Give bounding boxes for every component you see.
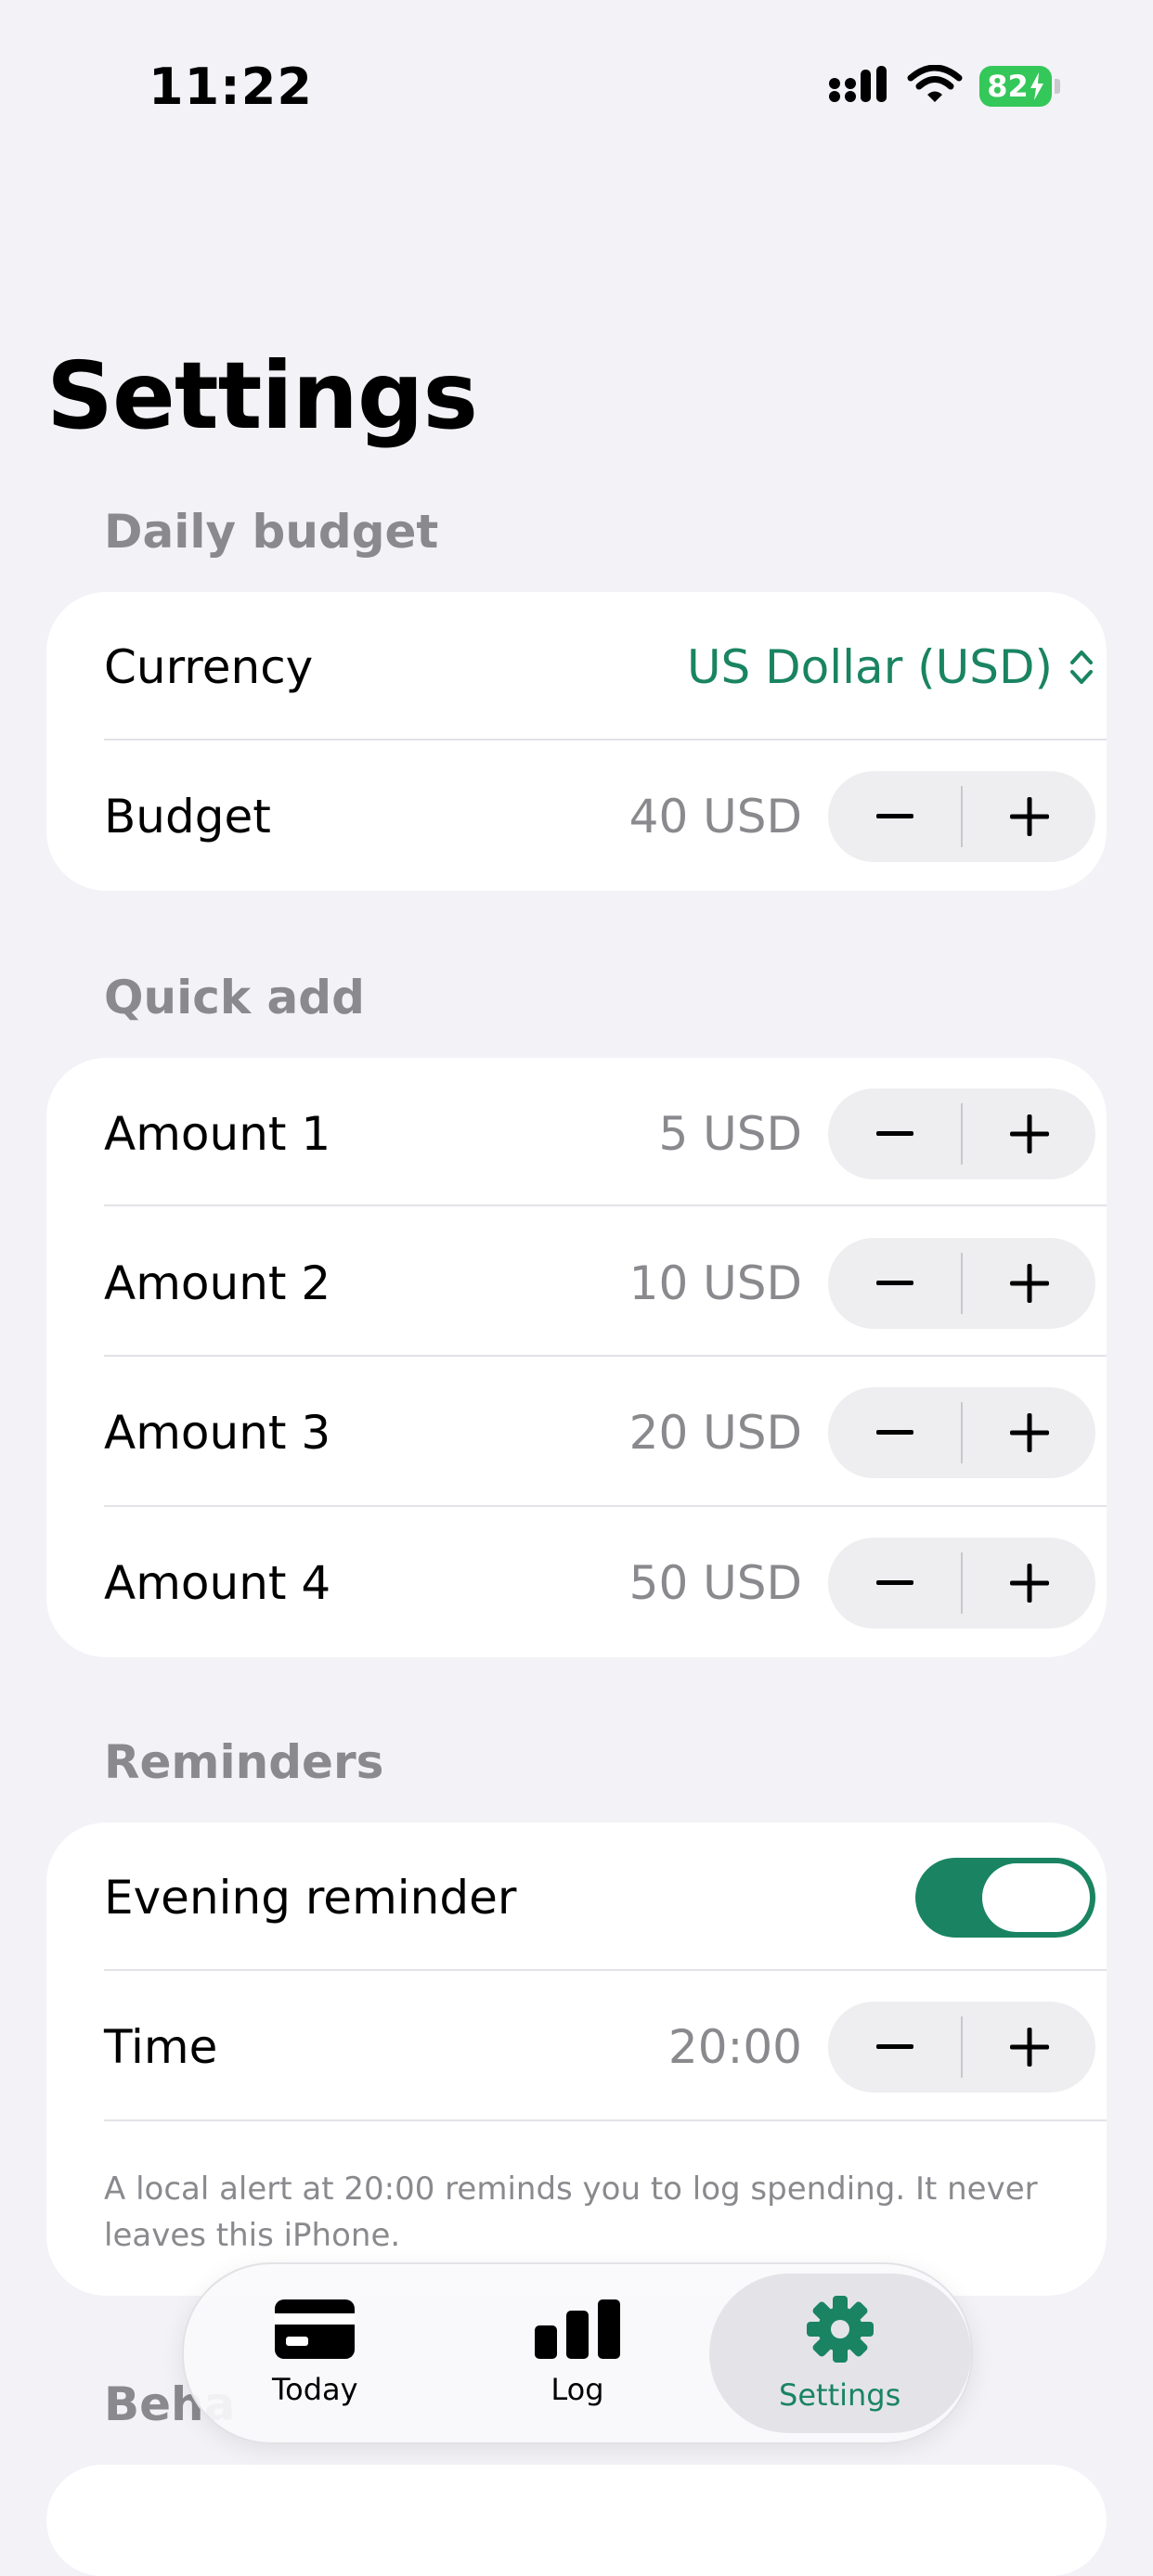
page-title: Settings: [46, 341, 478, 450]
time-row: Time 20:00: [104, 1972, 1095, 2121]
minus-icon: [875, 813, 913, 818]
budget-stepper[interactable]: [828, 770, 1095, 862]
separator: [104, 1505, 1107, 1507]
tab-label: Today: [272, 2372, 358, 2407]
cellular-signal-icon: [829, 66, 890, 107]
tab-settings[interactable]: Settings: [708, 2273, 971, 2433]
amount-value: 10 USD: [628, 1256, 802, 1310]
plus-icon: [1009, 1563, 1049, 1603]
evening-reminder-row: Evening reminder: [104, 1823, 1095, 1972]
increment-button[interactable]: [963, 771, 1095, 862]
minus-icon: [875, 1429, 913, 1435]
amount-3-stepper[interactable]: [828, 1386, 1095, 1478]
increment-button[interactable]: [963, 1387, 1095, 1478]
battery-level: 82: [979, 66, 1052, 107]
currency-row: Currency US Dollar (USD): [104, 592, 1095, 741]
wifi-icon: [907, 64, 963, 108]
decrement-button[interactable]: [828, 1387, 961, 1478]
amount-value: 20 USD: [628, 1405, 802, 1460]
minus-icon: [875, 2043, 913, 2049]
battery-percent: 82: [987, 69, 1029, 104]
section-header-reminders: Reminders: [104, 1735, 384, 1789]
amount-row-4: Amount 4 50 USD: [104, 1508, 1095, 1657]
currency-value: US Dollar (USD): [686, 639, 1053, 694]
status-icons: 82: [829, 64, 1060, 108]
status-time: 11:22: [149, 58, 313, 116]
section-header-quick-add: Quick add: [104, 971, 365, 1024]
bar-chart-icon: [534, 2299, 620, 2363]
currency-label: Currency: [104, 639, 314, 694]
behavior-card: [46, 2465, 1107, 2576]
increment-button[interactable]: [963, 2002, 1095, 2093]
tab-bar: Today Log Settings: [182, 2262, 973, 2444]
tab-label: Log: [551, 2372, 604, 2407]
time-label: Time: [104, 2019, 218, 2074]
quick-add-card: Amount 1 5 USD Amount 2 10 USD Amount 3: [46, 1058, 1107, 1657]
evening-reminder-label: Evening reminder: [104, 1870, 517, 1925]
budget-label: Budget: [104, 789, 271, 844]
amount-4-stepper[interactable]: [828, 1537, 1095, 1629]
decrement-button[interactable]: [828, 2002, 961, 2093]
plus-icon: [1009, 1263, 1049, 1303]
minus-icon: [875, 1579, 913, 1585]
tab-log[interactable]: Log: [447, 2273, 708, 2433]
evening-reminder-toggle[interactable]: [915, 1857, 1095, 1938]
plus-icon: [1009, 796, 1049, 836]
amount-label: Amount 4: [104, 1555, 331, 1610]
budget-row: Budget 40 USD: [104, 741, 1095, 891]
reminders-card: Evening reminder Time 20:00 A local aler…: [46, 1823, 1107, 2296]
minus-icon: [875, 1130, 913, 1136]
gear-icon: [805, 2294, 875, 2368]
plus-icon: [1009, 2027, 1049, 2067]
plus-icon: [1009, 1114, 1049, 1153]
decrement-button[interactable]: [828, 771, 961, 862]
separator: [104, 1969, 1107, 1971]
amount-2-stepper[interactable]: [828, 1237, 1095, 1329]
currency-picker[interactable]: US Dollar (USD): [687, 640, 1095, 694]
amount-value: 50 USD: [628, 1555, 802, 1610]
amount-value: 5 USD: [658, 1106, 802, 1161]
tab-label: Settings: [779, 2377, 901, 2413]
minus-icon: [875, 1280, 913, 1285]
decrement-button[interactable]: [828, 1238, 961, 1329]
battery-charging-icon: 82: [979, 66, 1060, 107]
amount-row-1: Amount 1 5 USD: [104, 1059, 1095, 1208]
separator: [104, 2119, 1107, 2121]
separator: [104, 739, 1107, 741]
increment-button[interactable]: [963, 1538, 1095, 1629]
decrement-button[interactable]: [828, 1538, 961, 1629]
tab-today[interactable]: Today: [184, 2273, 446, 2433]
amount-row-2: Amount 2 10 USD: [104, 1208, 1095, 1358]
card-icon: [275, 2299, 356, 2363]
separator: [104, 1204, 1107, 1206]
budget-value: 40 USD: [628, 789, 802, 844]
status-bar: 11:22 82: [0, 0, 1153, 176]
section-header-daily-budget: Daily budget: [104, 505, 439, 559]
amount-row-3: Amount 3 20 USD: [104, 1358, 1095, 1507]
time-stepper[interactable]: [828, 2001, 1095, 2093]
amount-label: Amount 3: [104, 1405, 331, 1460]
increment-button[interactable]: [963, 1088, 1095, 1179]
plus-icon: [1009, 1412, 1049, 1452]
daily-budget-card: Currency US Dollar (USD) Budget 40 USD: [46, 592, 1107, 891]
decrement-button[interactable]: [828, 1088, 961, 1179]
time-value: 20:00: [667, 2019, 802, 2074]
chevron-up-down-icon: [1068, 647, 1095, 688]
toggle-knob: [982, 1862, 1090, 1932]
separator: [104, 1355, 1107, 1357]
reminder-footnote: A local alert at 20:00 reminds you to lo…: [104, 2170, 1038, 2254]
increment-button[interactable]: [963, 1238, 1095, 1329]
amount-label: Amount 2: [104, 1256, 331, 1310]
amount-label: Amount 1: [104, 1106, 331, 1161]
amount-1-stepper[interactable]: [828, 1088, 1095, 1179]
